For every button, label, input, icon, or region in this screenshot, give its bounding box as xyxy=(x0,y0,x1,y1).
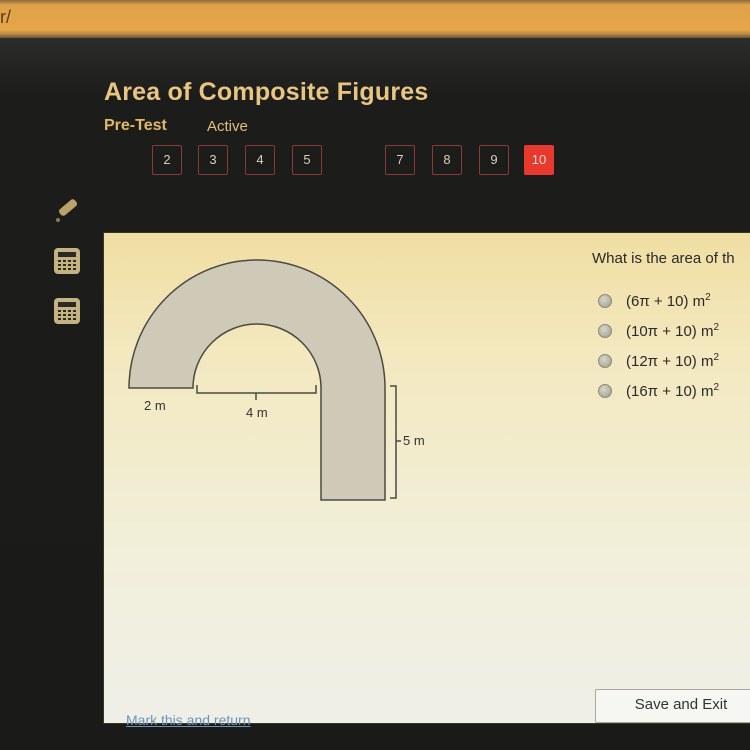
bracket-5m xyxy=(390,385,401,499)
option-label: (10π + 10) m2 xyxy=(626,322,720,340)
pencil-icon xyxy=(56,199,78,222)
answer-option-3[interactable]: (12π + 10) m2 xyxy=(598,352,719,370)
question-button-7[interactable]: 7 xyxy=(385,145,415,175)
option-label: (6π + 10) m2 xyxy=(626,292,711,310)
test-type-label: Pre-Test xyxy=(104,117,167,134)
calculator-icon xyxy=(54,248,80,274)
calculator-tool-button-1[interactable] xyxy=(54,248,80,279)
composite-figure: 2 m 4 m 5 m xyxy=(128,259,425,501)
answer-option-1[interactable]: (6π + 10) m2 xyxy=(598,292,711,310)
label-2m: 2 m xyxy=(144,398,166,413)
question-text: What is the area of th xyxy=(592,250,735,267)
bracket-4m xyxy=(196,385,317,400)
option-label: (12π + 10) m2 xyxy=(626,352,720,370)
radio-button[interactable] xyxy=(598,354,612,368)
figure-shape xyxy=(128,259,386,501)
calculator-icon xyxy=(54,298,80,324)
option-label: (16π + 10) m2 xyxy=(626,382,720,400)
url-text: r/ xyxy=(0,7,11,27)
calculator-tool-button-2[interactable] xyxy=(54,298,80,329)
pencil-tool-button[interactable] xyxy=(52,196,82,231)
question-button-5[interactable]: 5 xyxy=(292,145,322,175)
radio-button[interactable] xyxy=(598,384,612,398)
label-4m: 4 m xyxy=(246,405,268,420)
save-and-exit-button[interactable]: Save and Exit xyxy=(595,689,750,723)
question-button-2[interactable]: 2 xyxy=(152,145,182,175)
page-title: Area of Composite Figures xyxy=(104,78,429,106)
label-5m: 5 m xyxy=(403,433,425,448)
question-panel: 2 m 4 m 5 m What is the area of th (6π +… xyxy=(103,232,750,728)
question-button-3[interactable]: 3 xyxy=(198,145,228,175)
answer-option-2[interactable]: (10π + 10) m2 xyxy=(598,322,719,340)
browser-url-bar[interactable]: r/ xyxy=(0,0,750,38)
status-label: Active xyxy=(207,118,248,135)
radio-button[interactable] xyxy=(598,294,612,308)
mark-and-return-link[interactable]: Mark this and return xyxy=(126,712,251,728)
radio-button[interactable] xyxy=(598,324,612,338)
question-button-8[interactable]: 8 xyxy=(432,145,462,175)
question-button-9[interactable]: 9 xyxy=(479,145,509,175)
question-button-10-current[interactable]: 10 xyxy=(524,145,554,175)
question-button-4[interactable]: 4 xyxy=(245,145,275,175)
answer-option-4[interactable]: (16π + 10) m2 xyxy=(598,382,719,400)
